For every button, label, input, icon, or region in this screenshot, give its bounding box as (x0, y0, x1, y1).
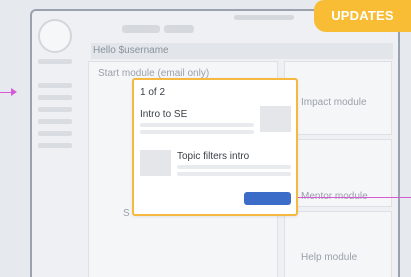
sidebar-item[interactable] (38, 131, 72, 136)
help-module-label: Help module (301, 252, 358, 263)
avatar[interactable] (38, 19, 72, 53)
sidebar-item[interactable] (38, 143, 72, 148)
sidebar-item[interactable] (38, 59, 72, 64)
start-module-sub-label: S (123, 208, 130, 219)
text-placeholder (140, 123, 254, 127)
annotation-arrow-left (11, 88, 17, 96)
sidebar-item[interactable] (38, 119, 72, 124)
annotation-line-right (296, 197, 411, 198)
text-placeholder (177, 165, 291, 169)
sidebar-item[interactable] (38, 83, 72, 88)
canvas: Hello $username Start module (email only… (0, 0, 411, 277)
sidebar-item[interactable] (38, 107, 72, 112)
impact-module[interactable]: Impact module (284, 61, 392, 135)
header-placeholder (122, 25, 160, 33)
updates-popover: 1 of 2 Intro to SE Topic filters intro (132, 78, 298, 216)
text-placeholder (140, 130, 254, 134)
updates-badge[interactable]: UPDATES (314, 0, 411, 32)
update-thumbnail (260, 106, 291, 132)
update-thumbnail (140, 150, 171, 176)
popover-pager: 1 of 2 (140, 87, 166, 98)
update-item-title[interactable]: Intro to SE (140, 109, 187, 120)
text-placeholder (177, 172, 291, 176)
next-button[interactable] (244, 192, 291, 205)
greeting: Hello $username (91, 43, 393, 59)
toolbar-placeholder (234, 15, 294, 20)
impact-module-label: Impact module (301, 97, 367, 108)
header-placeholder (164, 25, 194, 33)
sidebar (32, 11, 76, 277)
sidebar-item[interactable] (38, 95, 72, 100)
help-module[interactable]: Help module (284, 211, 392, 277)
update-item-title[interactable]: Topic filters intro (177, 151, 249, 162)
